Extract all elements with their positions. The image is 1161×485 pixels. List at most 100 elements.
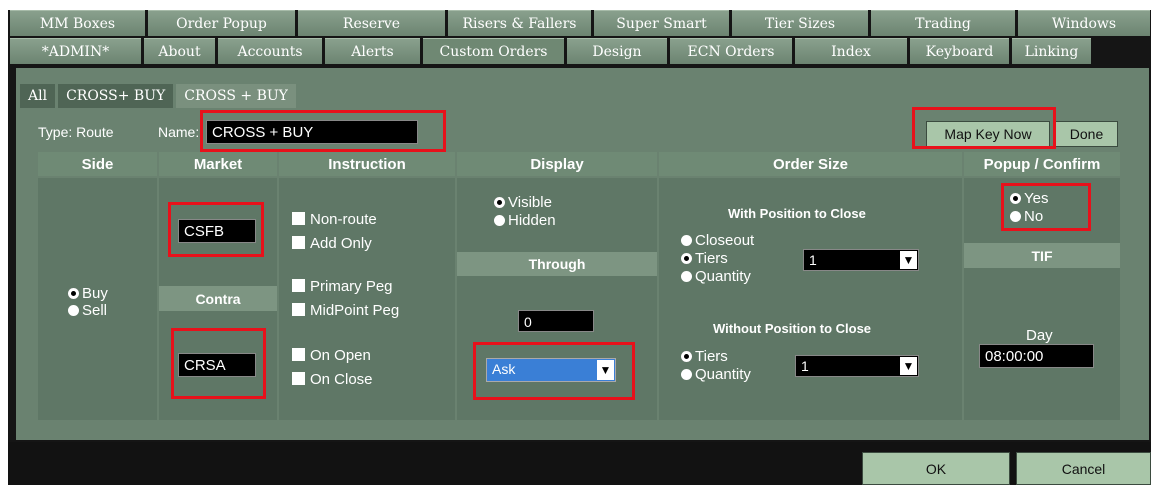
without-position-label: Without Position to Close — [713, 321, 872, 336]
midpoint-peg-option[interactable]: MidPoint Peg — [292, 302, 399, 320]
tab-admin[interactable]: *ADMIN* — [10, 38, 141, 64]
contra-highlight — [171, 328, 266, 399]
instruction-header: Instruction — [279, 152, 455, 176]
closeout-option[interactable]: Closeout — [681, 232, 754, 250]
market-highlight — [168, 202, 264, 257]
side-header: Side — [38, 152, 157, 176]
order-size-header: Order Size — [659, 152, 962, 176]
checkbox-icon — [292, 348, 305, 361]
radio-icon — [68, 305, 79, 316]
on-open-label: On Open — [310, 347, 371, 364]
cancel-button[interactable]: Cancel — [1016, 452, 1151, 485]
tab-row-2: *ADMIN* About Accounts Alerts Custom Ord… — [8, 38, 1091, 65]
on-close-option[interactable]: On Close — [292, 371, 373, 389]
checkbox-icon — [292, 303, 305, 316]
subtab-cross-buy[interactable]: CROSS + BUY — [176, 84, 296, 108]
tab-index[interactable]: Index — [795, 38, 907, 64]
chevron-down-icon[interactable]: ▼ — [900, 251, 917, 269]
radio-selected-icon — [494, 197, 505, 208]
display-header: Display — [457, 152, 657, 176]
on-open-option[interactable]: On Open — [292, 347, 371, 365]
radio-selected-icon — [68, 288, 79, 299]
day-label: Day — [1026, 327, 1053, 344]
non-route-option[interactable]: Non-route — [292, 211, 377, 229]
tab-row-1: MM Boxes Order Popup Reserve Risers & Fa… — [8, 10, 1150, 37]
subtab-cross-plus-buy[interactable]: CROSS+ BUY — [58, 84, 174, 108]
tab-windows[interactable]: Windows — [1018, 10, 1150, 36]
non-route-label: Non-route — [310, 211, 377, 228]
done-button[interactable]: Done — [1055, 121, 1118, 147]
through-select-highlight — [473, 342, 635, 400]
market-header: Market — [159, 152, 277, 176]
through-input[interactable]: 0 — [518, 310, 594, 332]
tab-super-smart[interactable]: Super Smart — [594, 10, 729, 36]
radio-icon — [494, 215, 505, 226]
display-visible-option[interactable]: Visible — [494, 194, 552, 212]
closeout-label: Closeout — [695, 232, 755, 249]
tab-keyboard[interactable]: Keyboard — [910, 38, 1009, 64]
tiers-select-2[interactable]: 1 ▼ — [795, 355, 919, 377]
radio-selected-icon — [681, 351, 692, 362]
checkbox-icon — [292, 236, 305, 249]
with-position-label: With Position to Close — [728, 206, 866, 221]
tab-order-popup[interactable]: Order Popup — [148, 10, 295, 36]
tiers-select-value: 1 — [809, 252, 817, 268]
popup-confirm-header: Popup / Confirm — [964, 152, 1120, 176]
map-key-highlight — [912, 107, 1056, 149]
name-label: Name: — [158, 124, 200, 140]
contra-label: Contra — [159, 286, 277, 311]
quantity2-label: Quantity — [695, 366, 751, 383]
tiers-option[interactable]: Tiers — [681, 250, 728, 268]
quantity-label: Quantity — [695, 268, 751, 285]
confirm-highlight — [1001, 183, 1091, 231]
tab-custom-orders[interactable]: Custom Orders — [423, 38, 564, 64]
tab-mm-boxes[interactable]: MM Boxes — [10, 10, 145, 36]
primary-peg-label: Primary Peg — [310, 278, 393, 295]
quantity-option[interactable]: Quantity — [681, 268, 751, 286]
tab-about[interactable]: About — [144, 38, 215, 64]
side-sell-option[interactable]: Sell — [68, 302, 107, 320]
side-buy-label: Buy — [82, 285, 108, 302]
side-sell-label: Sell — [82, 302, 108, 319]
subtab-all[interactable]: All — [20, 84, 56, 108]
tab-reserve[interactable]: Reserve — [298, 10, 445, 36]
tab-tier-sizes[interactable]: Tier Sizes — [732, 10, 868, 36]
through-label: Through — [457, 252, 657, 276]
tiers-select-2-value: 1 — [801, 358, 809, 374]
tab-ecn-orders[interactable]: ECN Orders — [670, 38, 792, 64]
tab-risers-fallers[interactable]: Risers & Fallers — [448, 10, 591, 36]
tiers2-option[interactable]: Tiers — [681, 348, 728, 366]
add-only-label: Add Only — [310, 235, 372, 252]
side-buy-option[interactable]: Buy — [68, 285, 108, 303]
order-subtabs: All CROSS+ BUY CROSS + BUY — [20, 84, 296, 108]
tif-label: TIF — [964, 243, 1120, 268]
quantity2-option[interactable]: Quantity — [681, 366, 751, 384]
tab-linking[interactable]: Linking — [1012, 38, 1091, 64]
chevron-down-icon[interactable]: ▼ — [900, 357, 917, 375]
display-hidden-option[interactable]: Hidden — [494, 212, 556, 230]
radio-icon — [681, 235, 692, 246]
radio-icon — [681, 271, 692, 282]
checkbox-icon — [292, 372, 305, 385]
tab-design[interactable]: Design — [567, 38, 667, 64]
on-close-label: On Close — [310, 371, 373, 388]
radio-selected-icon — [681, 253, 692, 264]
primary-peg-option[interactable]: Primary Peg — [292, 278, 393, 296]
ok-button[interactable]: OK — [862, 452, 1010, 485]
checkbox-icon — [292, 279, 305, 292]
settings-window: MM Boxes Order Popup Reserve Risers & Fa… — [8, 10, 1151, 485]
tiers2-label: Tiers — [695, 348, 728, 365]
tab-trading[interactable]: Trading — [871, 10, 1015, 36]
hidden-label: Hidden — [508, 212, 556, 229]
tab-accounts[interactable]: Accounts — [218, 38, 322, 64]
time-input[interactable]: 08:00:00 — [979, 344, 1094, 368]
midpoint-peg-label: MidPoint Peg — [310, 302, 400, 319]
tiers-select[interactable]: 1 ▼ — [803, 249, 919, 271]
tab-alerts[interactable]: Alerts — [325, 38, 420, 64]
tiers-label: Tiers — [695, 250, 728, 267]
checkbox-icon — [292, 212, 305, 225]
radio-icon — [681, 369, 692, 380]
add-only-option[interactable]: Add Only — [292, 235, 372, 253]
type-label: Type: Route — [38, 124, 114, 140]
visible-label: Visible — [508, 194, 552, 211]
